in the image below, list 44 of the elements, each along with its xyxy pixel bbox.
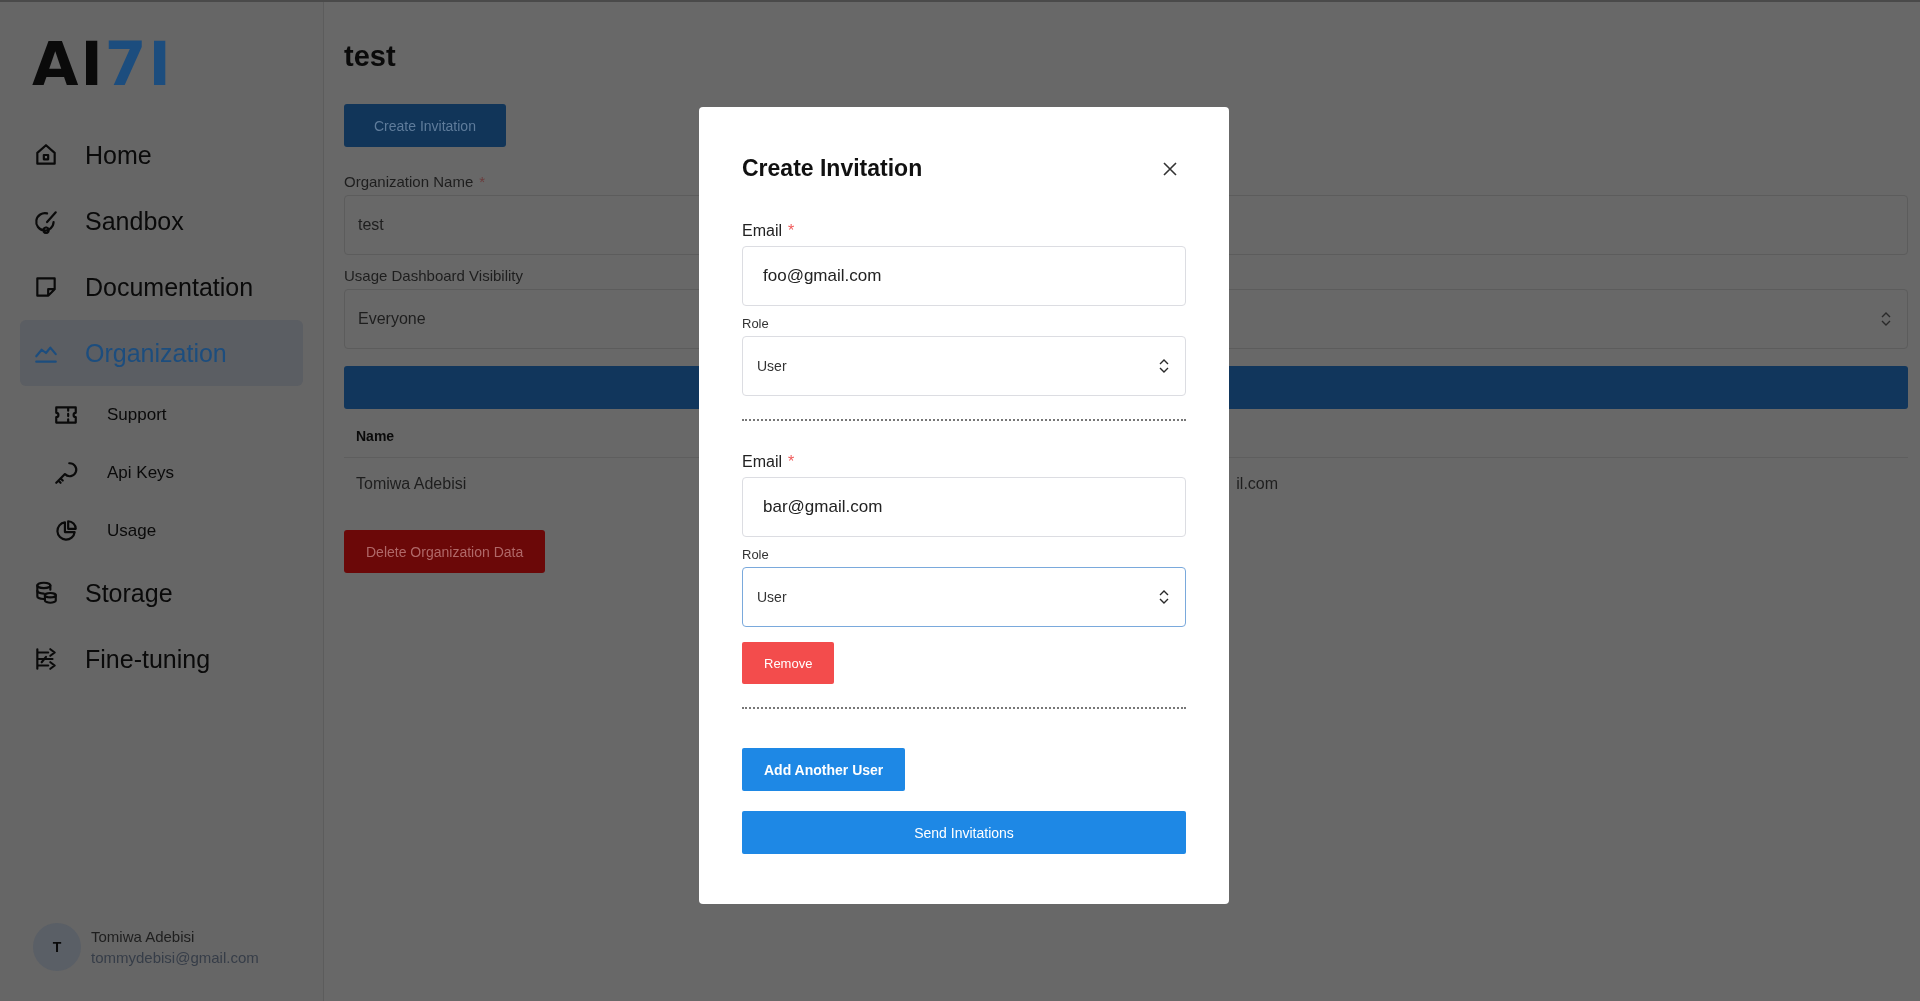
email-field[interactable]: bar@gmail.com <box>742 477 1186 537</box>
required-mark: * <box>788 222 795 240</box>
nav-subitem[interactable]: Usage <box>20 502 303 560</box>
chevron-icon <box>1881 311 1891 327</box>
field-label: Email <box>742 222 782 240</box>
dialog-title: Create Invitation <box>742 155 923 182</box>
delete-button[interactable]: Delete Organization Data <box>344 530 546 573</box>
nav-item[interactable]: Documentation <box>20 254 303 320</box>
role-select[interactable]: User <box>742 567 1186 627</box>
create-invitation-button[interactable]: Create Invitation <box>344 104 506 147</box>
database-icon <box>33 580 59 606</box>
nav-subitem[interactable]: Support <box>20 386 303 444</box>
chevron-icon <box>1159 589 1169 605</box>
nav-item[interactable]: Home <box>20 122 303 188</box>
remove-button[interactable]: Remove <box>742 642 835 684</box>
note-icon <box>33 274 59 300</box>
column-header: Name <box>356 427 395 444</box>
table-cell: il.com <box>1236 475 1279 493</box>
nav-subitem[interactable]: Api Keys <box>20 444 303 502</box>
email-field[interactable]: foo@gmail.com <box>742 246 1186 306</box>
field-label: Role <box>742 547 769 562</box>
role-select[interactable]: User <box>742 336 1186 396</box>
close-icon[interactable] <box>1162 160 1178 177</box>
field-label: Email <box>742 453 782 471</box>
nav-item[interactable]: Fine-tuning <box>20 626 303 692</box>
send-invitations-button[interactable]: Send Invitations <box>742 811 1186 854</box>
nav-item[interactable]: Storage <box>20 560 303 626</box>
pie-chart-icon <box>53 518 79 544</box>
required-mark: * <box>479 173 486 190</box>
field-label: Usage Dashboard Visibility <box>344 267 523 284</box>
brush-icon <box>33 208 59 234</box>
table-cell: Tomiwa Adebisi <box>356 475 467 493</box>
avatar: T <box>33 923 81 971</box>
field-label: Role <box>742 316 769 331</box>
chevron-icon <box>1159 358 1169 374</box>
field-label: Organization Name <box>344 173 474 190</box>
key-icon <box>53 460 79 486</box>
user-name: Tomiwa Adebisi <box>91 928 196 945</box>
home-icon <box>33 142 59 168</box>
arrows-icon <box>33 646 59 672</box>
required-mark: * <box>788 453 795 471</box>
add-user-button[interactable]: Add Another User <box>742 748 906 791</box>
page-title: test <box>344 40 396 73</box>
nav-item[interactable]: Sandbox <box>20 188 303 254</box>
